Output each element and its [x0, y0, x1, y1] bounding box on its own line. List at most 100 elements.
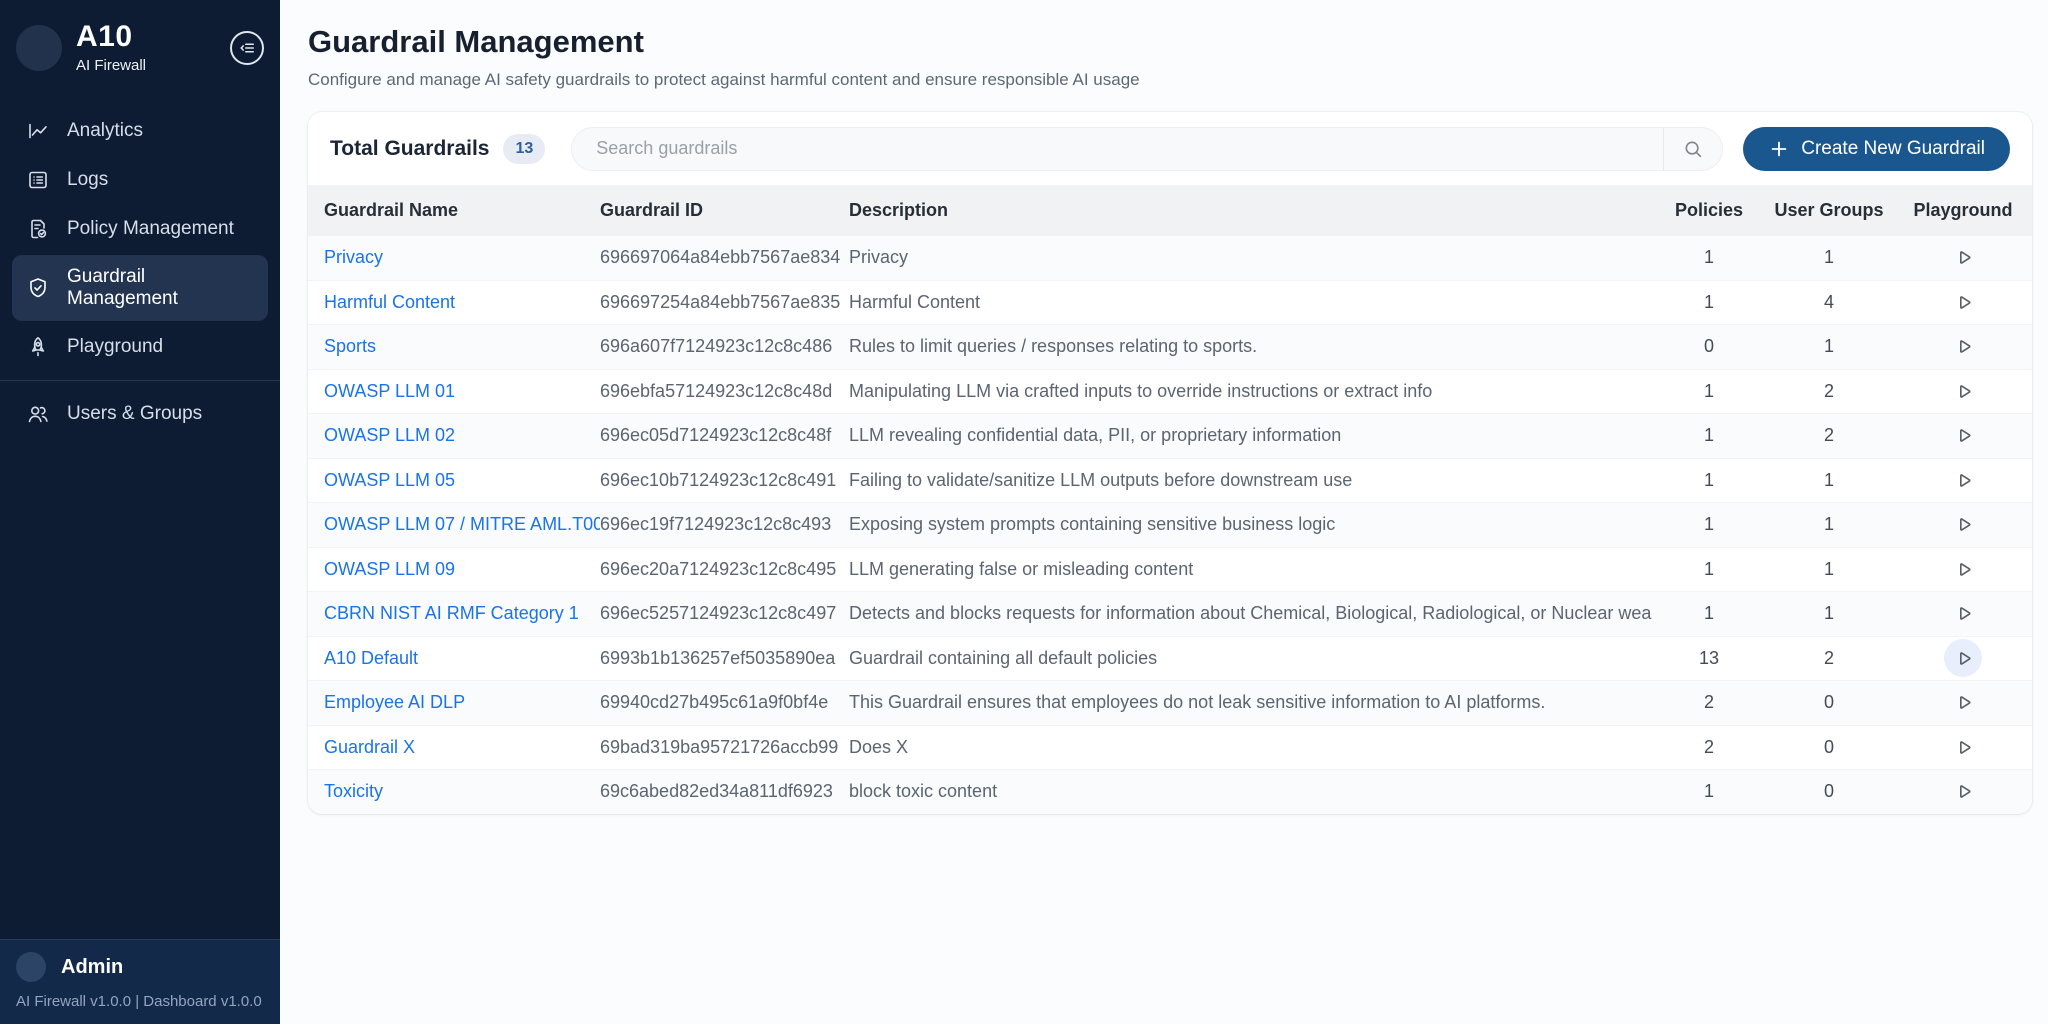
sidebar-item-label: Policy Management [67, 218, 234, 240]
column-header-guardrail-name: Guardrail Name [324, 200, 600, 221]
column-header-user-groups: User Groups [1764, 200, 1894, 221]
table-row: Guardrail X 69bad319ba95721726accb99 Doe… [308, 725, 2032, 770]
guardrail-description: Does X [849, 737, 1654, 758]
guardrail-description: Exposing system prompts containing sensi… [849, 514, 1654, 535]
table-row: A10 Default 6993b1b136257ef5035890ea Gua… [308, 636, 2032, 681]
policies-count: 1 [1654, 247, 1764, 268]
user-groups-count: 4 [1764, 292, 1894, 313]
playground-run-button[interactable] [1944, 506, 1982, 544]
table-row: OWASP LLM 05 696ec10b7124923c12c8c491 Fa… [308, 458, 2032, 503]
column-header-policies: Policies [1654, 200, 1764, 221]
playground-run-button[interactable] [1944, 328, 1982, 366]
guardrail-id: 69c6abed82ed34a811df6923 [600, 781, 849, 802]
version-text: AI Firewall v1.0.0 | Dashboard v1.0.0 [16, 993, 264, 1010]
guardrail-name-link[interactable]: Privacy [324, 247, 383, 267]
playground-run-button[interactable] [1944, 461, 1982, 499]
sidebar-item-label: Guardrail Management [67, 266, 254, 310]
sidebar-item-playground[interactable]: Playground [12, 324, 268, 370]
menu-collapse-icon [237, 38, 257, 58]
brand-subtitle: AI Firewall [76, 57, 146, 74]
column-header-playground: Playground [1894, 200, 2032, 221]
guardrail-description: This Guardrail ensures that employees do… [849, 692, 1654, 713]
main-content: Guardrail Management Configure and manag… [280, 0, 2048, 1024]
policies-count: 1 [1654, 381, 1764, 402]
avatar [16, 952, 46, 982]
table-header: Guardrail Name Guardrail ID Description … [308, 185, 2032, 235]
guardrail-name-link[interactable]: CBRN NIST AI RMF Category 1 [324, 603, 579, 623]
table-row: Privacy 696697064a84ebb7567ae834 Privacy… [308, 235, 2032, 280]
guardrail-description: Manipulating LLM via crafted inputs to o… [849, 381, 1654, 402]
playground-run-button[interactable] [1944, 239, 1982, 277]
play-icon [1952, 291, 1975, 314]
playground-run-button[interactable] [1944, 283, 1982, 321]
sidebar-item-analytics[interactable]: Analytics [12, 108, 268, 154]
playground-run-button[interactable] [1944, 639, 1982, 677]
playground-run-button[interactable] [1944, 550, 1982, 588]
user-groups-count: 0 [1764, 692, 1894, 713]
search-bar [571, 127, 1723, 171]
guardrail-name-link[interactable]: OWASP LLM 05 [324, 470, 455, 490]
playground-run-button[interactable] [1944, 684, 1982, 722]
plus-icon [1768, 138, 1790, 160]
user-groups-count: 1 [1764, 514, 1894, 535]
play-icon [1952, 513, 1975, 536]
policies-count: 2 [1654, 737, 1764, 758]
page-subtitle: Configure and manage AI safety guardrail… [308, 68, 2032, 92]
page-title: Guardrail Management [308, 24, 2032, 60]
play-icon [1952, 780, 1975, 803]
line-chart-icon [26, 119, 50, 143]
guardrail-id: 696ec10b7124923c12c8c491 [600, 470, 849, 491]
user-groups-count: 0 [1764, 781, 1894, 802]
table-row: OWASP LLM 01 696ebfa57124923c12c8c48d Ma… [308, 369, 2032, 414]
sidebar-item-label: Analytics [67, 120, 143, 142]
sidebar-item-guardrail-management[interactable]: Guardrail Management [12, 255, 268, 321]
guardrail-name-link[interactable]: A10 Default [324, 648, 418, 668]
create-new-guardrail-button[interactable]: Create New Guardrail [1743, 127, 2010, 171]
guardrail-name-link[interactable]: OWASP LLM 09 [324, 559, 455, 579]
policies-count: 2 [1654, 692, 1764, 713]
brand-title: A10 [76, 22, 146, 52]
create-button-label: Create New Guardrail [1801, 138, 1985, 160]
logo-text: A10 AI Firewall [76, 22, 146, 74]
guardrail-name-link[interactable]: OWASP LLM 01 [324, 381, 455, 401]
guardrail-description: Guardrail containing all default policie… [849, 648, 1654, 669]
guardrail-id: 696ec20a7124923c12c8c495 [600, 559, 849, 580]
toolbar: Total Guardrails 13 Create New Guar [308, 112, 2032, 185]
guardrail-name-link[interactable]: OWASP LLM 07 / MITRE AML.T005… [324, 514, 600, 534]
sidebar-item-policy-management[interactable]: Policy Management [12, 206, 268, 252]
sidebar-item-users-groups[interactable]: Users & Groups [12, 391, 268, 437]
guardrail-name-link[interactable]: Sports [324, 336, 376, 356]
user-groups-count: 1 [1764, 559, 1894, 580]
guardrail-id: 6993b1b136257ef5035890ea [600, 648, 849, 669]
playground-run-button[interactable] [1944, 595, 1982, 633]
column-header-guardrail-id: Guardrail ID [600, 200, 849, 221]
sidebar-footer: Admin AI Firewall v1.0.0 | Dashboard v1.… [0, 939, 280, 1024]
shield-check-icon [26, 276, 50, 300]
guardrail-name-link[interactable]: Employee AI DLP [324, 692, 465, 712]
user-groups-count: 1 [1764, 603, 1894, 624]
guardrail-name-link[interactable]: Guardrail X [324, 737, 415, 757]
playground-run-button[interactable] [1944, 728, 1982, 766]
guardrail-description: Detects and blocks requests for informat… [849, 603, 1654, 624]
sidebar-item-label: Users & Groups [67, 403, 202, 425]
guardrail-name-link[interactable]: Toxicity [324, 781, 383, 801]
total-guardrails-label: Total Guardrails [330, 137, 489, 161]
table-row: CBRN NIST AI RMF Category 1 696ec5257124… [308, 591, 2032, 636]
sidebar-item-logs[interactable]: Logs [12, 157, 268, 203]
playground-run-button[interactable] [1944, 372, 1982, 410]
table-row: OWASP LLM 02 696ec05d7124923c12c8c48f LL… [308, 413, 2032, 458]
guardrail-id: 696697254a84ebb7567ae835 [600, 292, 849, 313]
guardrail-description: LLM revealing confidential data, PII, or… [849, 425, 1654, 446]
play-icon [1952, 469, 1975, 492]
sidebar-collapse-button[interactable] [230, 31, 264, 65]
guardrail-name-link[interactable]: OWASP LLM 02 [324, 425, 455, 445]
search-input[interactable] [572, 128, 1663, 170]
table-row: Sports 696a607f7124923c12c8c486 Rules to… [308, 324, 2032, 369]
playground-run-button[interactable] [1944, 773, 1982, 811]
sidebar-nav: Analytics Logs Policy Management Guardra… [0, 92, 280, 440]
table-row: OWASP LLM 07 / MITRE AML.T005… 696ec19f7… [308, 502, 2032, 547]
search-button[interactable] [1664, 128, 1722, 170]
play-icon [1952, 602, 1975, 625]
playground-run-button[interactable] [1944, 417, 1982, 455]
guardrail-name-link[interactable]: Harmful Content [324, 292, 455, 312]
